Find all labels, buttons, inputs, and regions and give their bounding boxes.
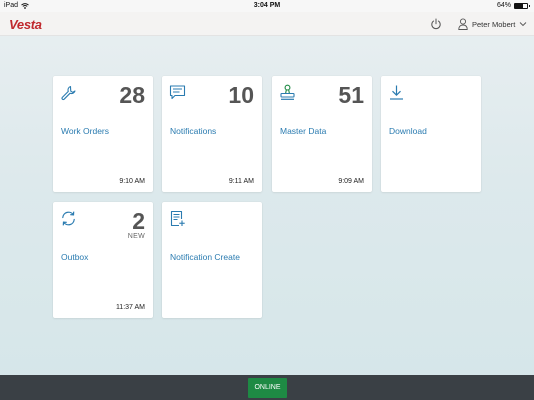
user-menu-button[interactable]: Peter Mobert	[458, 17, 527, 31]
document-add-icon	[170, 210, 185, 227]
tile-master-data[interactable]: 51 Master Data 9:09 AM	[272, 76, 372, 192]
battery-percent: 64%	[496, 2, 511, 9]
footer-bar: ONLINE	[0, 375, 534, 400]
tile-timestamp: 11:37 AM	[115, 304, 145, 311]
status-time: 3:04 PM	[253, 2, 281, 9]
status-right: 64%	[496, 2, 530, 9]
tile-timestamp: 9:09 AM	[338, 178, 364, 185]
tile-timestamp: 9:11 AM	[228, 178, 254, 185]
battery-icon	[514, 2, 530, 9]
tile-title: Outbox	[61, 252, 89, 262]
tile-timestamp: 9:10 AM	[119, 178, 145, 185]
ios-status-bar: iPad 3:04 PM 64%	[0, 0, 534, 12]
tile-outbox[interactable]: 2 NEW Outbox 11:37 AM	[53, 202, 153, 318]
wrench-icon	[61, 85, 76, 101]
user-icon	[458, 18, 468, 30]
chevron-down-icon	[520, 22, 527, 27]
tile-title: Notification Create	[170, 252, 240, 262]
tile-count-subtitle: NEW	[127, 233, 145, 240]
user-name: Peter Mobert	[472, 19, 516, 29]
tile-notification-create[interactable]: Notification Create	[162, 202, 262, 318]
tile-notifications[interactable]: 10 Notifications 9:11 AM	[162, 76, 262, 192]
tile-count: 28	[119, 82, 145, 108]
tile-title: Notifications	[170, 126, 217, 136]
logout-button[interactable]	[430, 17, 442, 30]
online-status-button[interactable]: ONLINE	[248, 378, 287, 398]
tile-title: Download	[389, 126, 427, 136]
app-header: Vesta Peter Mobert	[0, 12, 534, 36]
tile-count: 2	[132, 208, 145, 234]
tile-count: 51	[338, 82, 364, 108]
stamp-icon	[280, 84, 295, 100]
tile-title: Master Data	[280, 126, 327, 136]
download-icon	[390, 85, 403, 100]
tile-work-orders[interactable]: 28 Work Orders 9:10 AM	[53, 76, 153, 192]
tile-download[interactable]: Download	[381, 76, 481, 192]
tile-count: 10	[228, 82, 254, 108]
vesta-logo[interactable]: Vesta	[9, 17, 42, 32]
message-icon	[169, 85, 186, 100]
power-icon	[431, 18, 441, 30]
sync-icon	[62, 211, 75, 226]
tile-title: Work Orders	[61, 126, 110, 136]
